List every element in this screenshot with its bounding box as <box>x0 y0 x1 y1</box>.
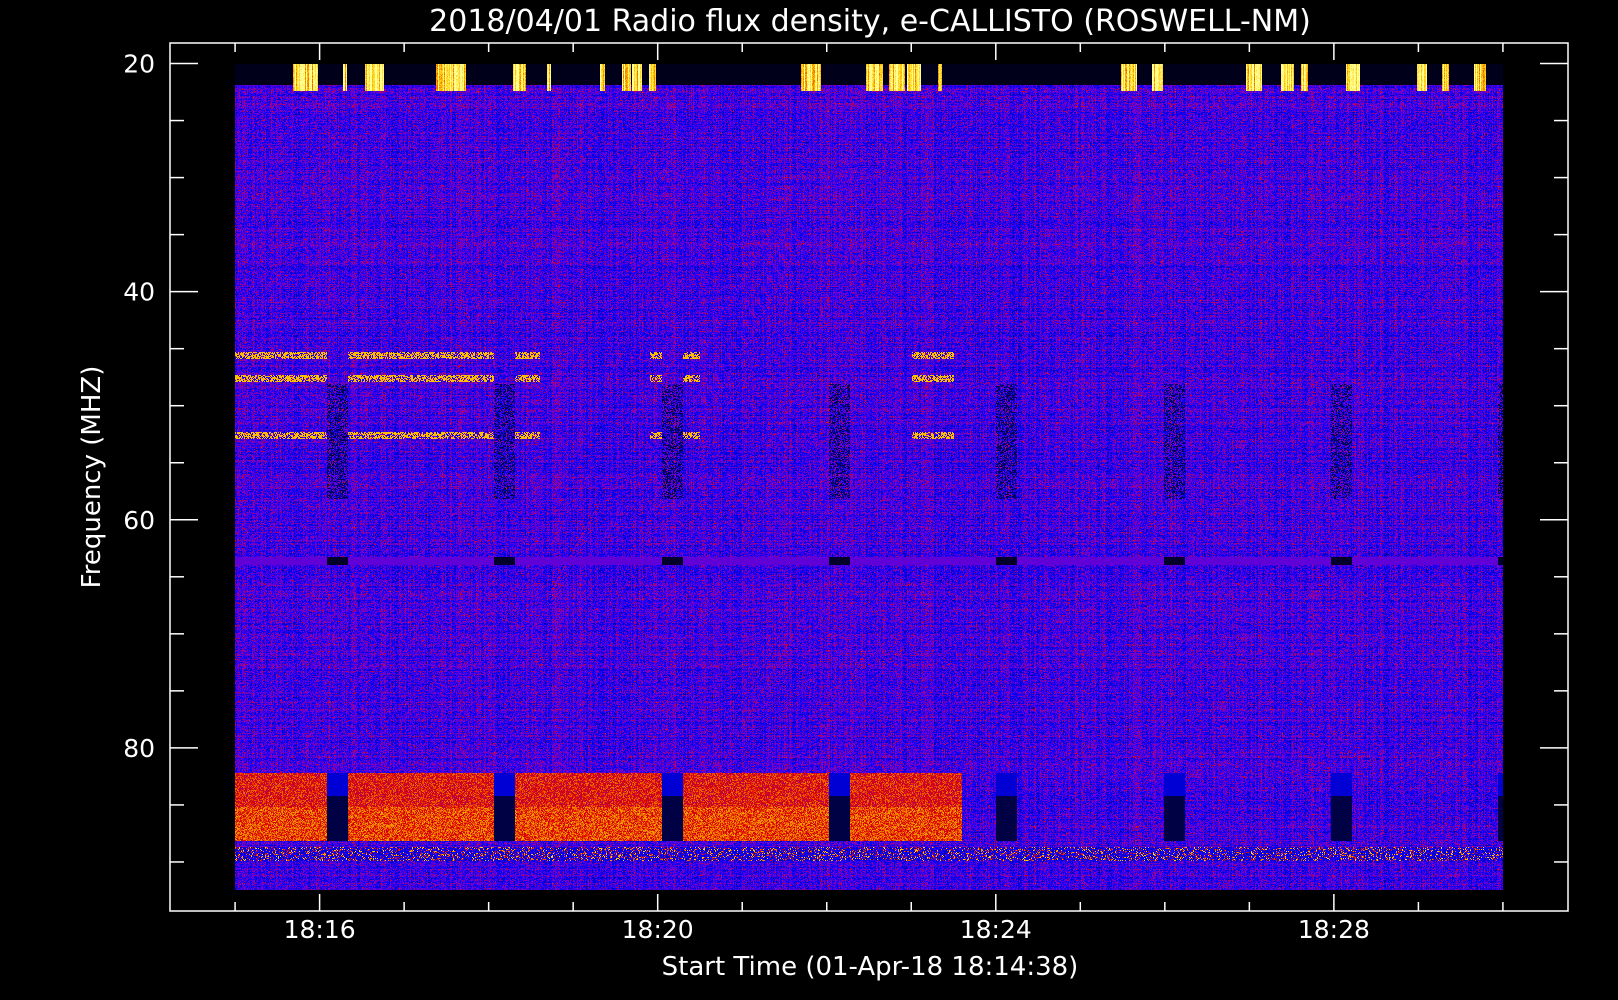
y-tick-label: 80 <box>123 734 155 763</box>
y-axis-label: Frequency (MHZ) <box>77 366 107 589</box>
x-tick-label: 18:20 <box>622 915 694 944</box>
x-axis-label: Start Time (01-Apr-18 18:14:38) <box>662 952 1079 982</box>
y-tick-label: 40 <box>123 278 155 307</box>
spectrogram-figure: 2018/04/01 Radio flux density, e-CALLIST… <box>0 0 1618 1000</box>
axes: 2018/04/01 Radio flux density, e-CALLIST… <box>77 4 1569 982</box>
y-tick-label: 20 <box>123 50 155 79</box>
chart-title: 2018/04/01 Radio flux density, e-CALLIST… <box>429 4 1311 39</box>
x-tick-label: 18:16 <box>284 915 356 944</box>
plot-frame <box>169 42 1569 912</box>
y-tick-label: 60 <box>123 506 155 535</box>
x-tick-label: 18:24 <box>960 915 1032 944</box>
x-tick-label: 18:28 <box>1298 915 1370 944</box>
